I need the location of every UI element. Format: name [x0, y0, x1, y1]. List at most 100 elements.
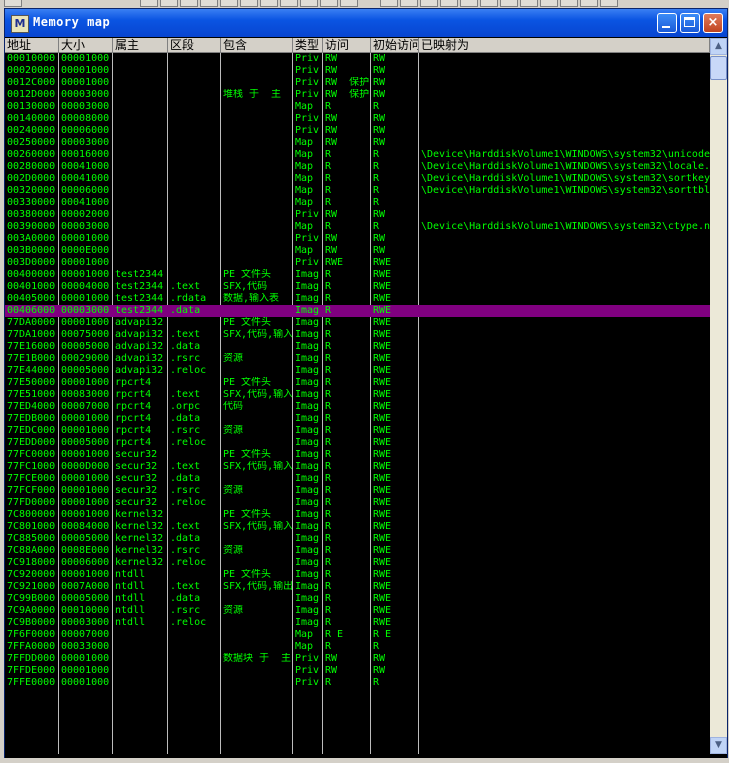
header-mapped-as[interactable]: 已映射为: [419, 38, 710, 53]
table-row[interactable]: 7C800000 00001000 kernel32 PE 文件头 Imag R RWE: [5, 509, 710, 521]
table-row[interactable]: 77EDD000 00005000 rpcrt4 .reloc Imag R RWE: [5, 437, 710, 449]
toolbar-button[interactable]: [460, 0, 478, 7]
toolbar-button[interactable]: [340, 0, 358, 7]
table-row[interactable]: 00405000 00001000 test2344 .rdata 数据,输入表 Imag…: [5, 293, 710, 305]
scroll-thumb[interactable]: [710, 56, 727, 80]
title-bar[interactable]: M Memory map ×: [5, 9, 727, 37]
table-row[interactable]: 00280000 00041000 Map R R \Device\HarddiskVol…: [5, 161, 710, 173]
toolbar-button[interactable]: [220, 0, 238, 7]
table-row[interactable]: 00380000 00002000 Priv RW RW: [5, 209, 710, 221]
table-row[interactable]: 003B0000 0000E000 Map RW RW: [5, 245, 710, 257]
table-row[interactable]: 003D0000 00001000 Priv RWE RWE: [5, 257, 710, 269]
table-row[interactable]: 7FFDD000 00001000 数据块 于 主 Priv RW RW: [5, 653, 710, 665]
table-row[interactable]: 7C885000 00005000 kernel32 .data Imag R RWE: [5, 533, 710, 545]
table-row[interactable]: 7C9B0000 00003000 ntdll .reloc Imag R RWE: [5, 617, 710, 629]
toolbar-button[interactable]: [480, 0, 498, 7]
scroll-up-button[interactable]: ▲: [710, 38, 727, 55]
toolbar-button[interactable]: [600, 0, 618, 7]
header-type[interactable]: 类型: [293, 38, 323, 53]
header-section[interactable]: 区段: [168, 38, 221, 53]
toolbar-button[interactable]: [160, 0, 178, 7]
table-row[interactable]: 7C99B000 00005000 ntdll .data Imag R RWE: [5, 593, 710, 605]
table-row[interactable]: 77ED4000 00007000 rpcrt4 .orpc 代码 Imag R RWE: [5, 401, 710, 413]
memory-map-table[interactable]: 00010000 00001000 Priv RW RW 00020000 00001000…: [5, 53, 710, 754]
maximize-button[interactable]: [680, 13, 700, 33]
table-row[interactable]: 7FFDE000 00001000 Priv RW RW: [5, 665, 710, 677]
toolbar-button[interactable]: [580, 0, 598, 7]
table-row[interactable]: 7C801000 00084000 kernel32 .text SFX,代码,输入 Im…: [5, 521, 710, 533]
table-row[interactable]: 77DA1000 00075000 advapi32 .text SFX,代码,输入 Im…: [5, 329, 710, 341]
table-row[interactable]: 7C921000 0007A000 ntdll .text SFX,代码,输出 Imag R…: [5, 581, 710, 593]
table-row[interactable]: 77FD0000 00001000 secur32 .reloc Imag R RWE: [5, 497, 710, 509]
toolbar-button[interactable]: [380, 0, 398, 7]
table-row[interactable]: 77FCE000 00001000 secur32 .data Imag R RWE: [5, 473, 710, 485]
header-access[interactable]: 访问: [323, 38, 371, 53]
table-row-selected[interactable]: 00406000 00003000 test2344 .data Imag R RWE: [5, 305, 710, 317]
table-row[interactable]: 00240000 00006000 Priv RW RW: [5, 125, 710, 137]
table-row[interactable]: 003A0000 00001000 Priv RW RW: [5, 233, 710, 245]
toolbar-button[interactable]: [140, 0, 158, 7]
toolbar-button[interactable]: [520, 0, 538, 7]
table-row[interactable]: 00400000 00001000 test2344 PE 文件头 Imag R RWE: [5, 269, 710, 281]
close-button[interactable]: ×: [703, 13, 723, 33]
vertical-scrollbar[interactable]: ▲ ▼: [710, 38, 727, 754]
table-row[interactable]: 00250000 00003000 Map RW RW: [5, 137, 710, 149]
scroll-down-button[interactable]: ▼: [710, 737, 727, 754]
table-row[interactable]: 77EDC000 00001000 rpcrt4 .rsrc 资源 Imag R RWE: [5, 425, 710, 437]
table-row[interactable]: 00330000 00041000 Map R R: [5, 197, 710, 209]
table-row[interactable]: 77E1B000 00029000 advapi32 .rsrc 资源 Imag R RWE: [5, 353, 710, 365]
toolbar-button[interactable]: [4, 0, 22, 7]
table-row[interactable]: 7C918000 00006000 kernel32 .reloc Imag R RWE: [5, 557, 710, 569]
toolbar-button[interactable]: [400, 0, 418, 7]
cell-access: R: [325, 497, 332, 508]
toolbar-button[interactable]: [200, 0, 218, 7]
table-row[interactable]: 7FFA0000 00033000 Map R R: [5, 641, 710, 653]
table-row[interactable]: 0012D000 00003000 堆栈 于 主 Priv RW 保护 RW: [5, 89, 710, 101]
table-row[interactable]: 00020000 00001000 Priv RW RW: [5, 65, 710, 77]
header-owner[interactable]: 属主: [113, 38, 168, 53]
cell-type: Imag: [295, 521, 320, 532]
table-row[interactable]: 77E51000 00083000 rpcrt4 .text SFX,代码,输入 Imag…: [5, 389, 710, 401]
toolbar-button[interactable]: [300, 0, 318, 7]
memory-map-app-icon[interactable]: M: [11, 15, 29, 33]
minimize-button[interactable]: [657, 13, 677, 33]
table-row[interactable]: 7F6F0000 00007000 Map R E R E: [5, 629, 710, 641]
toolbar-button[interactable]: [440, 0, 458, 7]
toolbar-button[interactable]: [540, 0, 558, 7]
table-row[interactable]: 00140000 00008000 Priv RW RW: [5, 113, 710, 125]
toolbar-button[interactable]: [500, 0, 518, 7]
table-row[interactable]: 7FFE0000 00001000 Priv R R: [5, 677, 710, 689]
toolbar-button[interactable]: [420, 0, 438, 7]
toolbar-button[interactable]: [180, 0, 198, 7]
table-row[interactable]: 0012C000 00001000 Priv RW 保护 RW: [5, 77, 710, 89]
table-row[interactable]: 7C920000 00001000 ntdll PE 文件头 Imag R RWE: [5, 569, 710, 581]
cell-access: R: [325, 593, 332, 604]
table-row[interactable]: 77EDB000 00001000 rpcrt4 .data Imag R RWE: [5, 413, 710, 425]
toolbar-button[interactable]: [280, 0, 298, 7]
toolbar-button[interactable]: [320, 0, 338, 7]
table-row[interactable]: 77FC1000 0000D000 secur32 .text SFX,代码,输入 Ima…: [5, 461, 710, 473]
header-size[interactable]: 大小: [59, 38, 113, 53]
header-address[interactable]: 地址: [5, 38, 59, 53]
table-row[interactable]: 00260000 00016000 Map R R \Device\HarddiskVol…: [5, 149, 710, 161]
table-row[interactable]: 77FCF000 00001000 secur32 .rsrc 资源 Imag R RWE: [5, 485, 710, 497]
table-row[interactable]: 002D0000 00041000 Map R R \Device\HarddiskVol…: [5, 173, 710, 185]
cell-access: R: [325, 401, 332, 412]
header-initial-access[interactable]: 初始访问: [371, 38, 419, 53]
toolbar-button[interactable]: [260, 0, 278, 7]
table-row[interactable]: 77FC0000 00001000 secur32 PE 文件头 Imag R RWE: [5, 449, 710, 461]
table-row[interactable]: 00010000 00001000 Priv RW RW: [5, 53, 710, 65]
toolbar-button[interactable]: [560, 0, 578, 7]
table-row[interactable]: 7C9A0000 00010000 ntdll .rsrc 资源 Imag R RWE: [5, 605, 710, 617]
table-row[interactable]: 77E44000 00005000 advapi32 .reloc Imag R RWE: [5, 365, 710, 377]
table-row[interactable]: 77DA0000 00001000 advapi32 PE 文件头 Imag R RWE: [5, 317, 710, 329]
toolbar-button[interactable]: [240, 0, 258, 7]
table-row[interactable]: 00320000 00006000 Map R R \Device\HarddiskVol…: [5, 185, 710, 197]
header-contains[interactable]: 包含: [221, 38, 293, 53]
table-row[interactable]: 00130000 00003000 Map R R: [5, 101, 710, 113]
table-row[interactable]: 77E50000 00001000 rpcrt4 PE 文件头 Imag R RWE: [5, 377, 710, 389]
table-row[interactable]: 00390000 00003000 Map R R \Device\HarddiskVol…: [5, 221, 710, 233]
table-row[interactable]: 00401000 00004000 test2344 .text SFX,代码 Imag R…: [5, 281, 710, 293]
table-row[interactable]: 77E16000 00005000 advapi32 .data Imag R RWE: [5, 341, 710, 353]
table-row[interactable]: 7C88A000 0008E000 kernel32 .rsrc 资源 Imag R RWE: [5, 545, 710, 557]
